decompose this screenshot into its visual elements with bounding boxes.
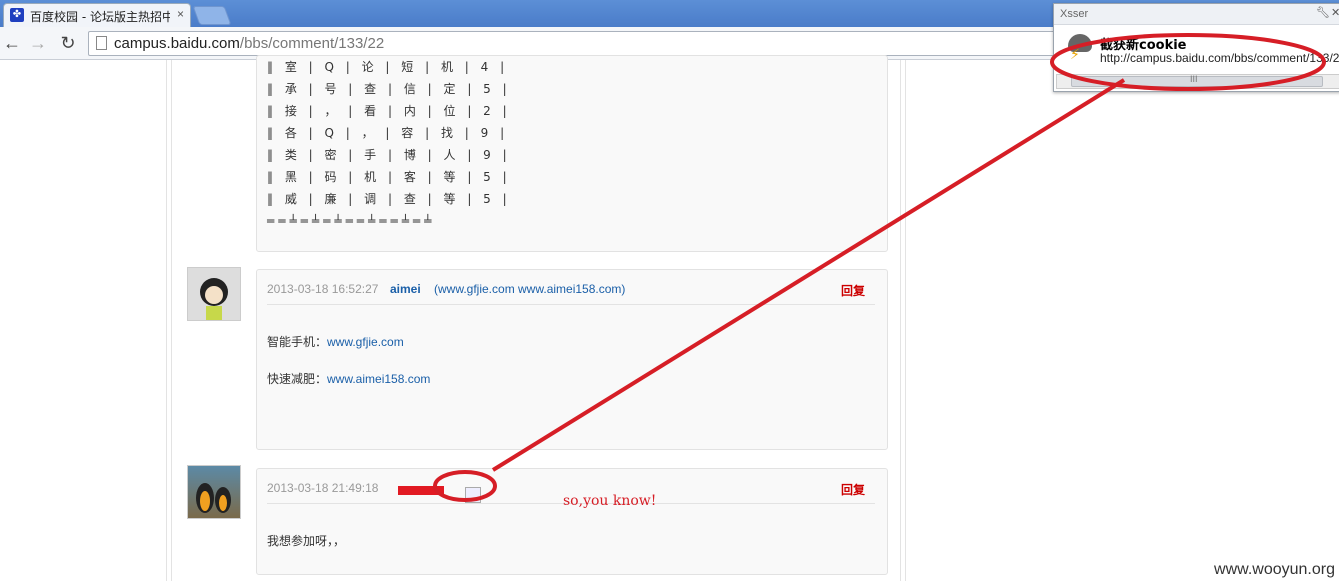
close-icon[interactable]: ✕ xyxy=(1331,6,1339,19)
comment-time: 2013-03-18 16:52:27 xyxy=(267,282,379,296)
text-line: ‖ 承 | 号 | 查 | 信 | 定 | 5 | xyxy=(267,82,511,96)
new-tab-button[interactable] xyxy=(192,6,232,25)
site-link[interactable]: www.aimei158.com xyxy=(327,372,430,386)
reload-icon[interactable]: ↻ xyxy=(58,33,78,53)
comment-card: ‖ 室 | Q | 论 | 短 | 机 | 4 | ‖ 承 | 号 | 查 | … xyxy=(256,55,888,252)
xsser-notification[interactable]: Xsser 🔧︎ ✕ ⚡︎ 截获新cookie http://campus.ba… xyxy=(1053,3,1339,92)
text-line: ══╧═╧═╧══╧══╧═╧ xyxy=(267,214,436,228)
browser-tab[interactable]: ✤ 百度校园 - 论坛版主热招中 × xyxy=(3,3,191,28)
line-label: 快速减肥： xyxy=(267,372,328,386)
page-content: ‖ 室 | Q | 论 | 短 | 机 | 4 | ‖ 承 | 号 | 查 | … xyxy=(0,55,1339,581)
watermark: www.wooyun.org xyxy=(1214,561,1335,578)
tab-close-icon[interactable]: × xyxy=(177,7,184,21)
text-line: ‖ 各 | Q | ， | 容 | 找 | 9 | xyxy=(267,126,509,140)
spam-text-table: ‖ 室 | Q | 论 | 短 | 机 | 4 | ‖ 承 | 号 | 查 | … xyxy=(267,56,511,232)
avatar-cartoon-icon xyxy=(200,278,228,320)
wrench-icon[interactable]: 🔧︎ xyxy=(1316,6,1330,19)
notification-header: Xsser 🔧︎ ✕ xyxy=(1054,4,1339,25)
notification-source: Xsser xyxy=(1060,8,1089,20)
page-icon xyxy=(96,36,107,50)
notification-url: http://campus.baidu.com/bbs/comment/133/… xyxy=(1100,51,1339,65)
baidu-paw-icon: ✤ xyxy=(10,8,24,22)
annotation-text: so,you know! xyxy=(563,493,657,509)
line-label: 智能手机： xyxy=(267,335,328,349)
text-line: ‖ 室 | Q | 论 | 短 | 机 | 4 | xyxy=(267,60,509,74)
reply-button[interactable]: 回复 xyxy=(841,282,865,299)
comment-card: 2013-03-18 16:52:27 aimei (www.gfjie.com… xyxy=(256,269,888,450)
penguin-avatar-icon xyxy=(196,483,231,513)
avatar[interactable] xyxy=(187,465,241,519)
text-line: ‖ 接 | ， | 看 | 内 | 位 | 2 | xyxy=(267,104,511,118)
address-bar[interactable]: campus.baidu.com/bbs/comment/133/22 xyxy=(88,31,1070,56)
scroll-grip: III xyxy=(1190,74,1198,84)
reply-button[interactable]: 回复 xyxy=(841,481,865,498)
left-rail xyxy=(166,60,172,581)
comment-card: 2013-03-18 21:49:18 回复 我想参加呀，， xyxy=(256,468,888,575)
comment-author[interactable]: aimei xyxy=(390,282,421,296)
back-icon[interactable]: ← xyxy=(2,33,22,53)
address-url: campus.baidu.com/bbs/comment/133/22 xyxy=(114,35,384,52)
right-rail xyxy=(900,60,906,581)
tab-title: 百度校园 - 论坛版主热招中 xyxy=(30,10,170,24)
url-host: campus.baidu.com xyxy=(114,35,240,52)
comment-line: 智能手机：www.gfjie.com xyxy=(267,333,404,350)
text-line: ‖ 类 | 密 | 手 | 博 | 人 | 9 | xyxy=(267,148,511,162)
author-site[interactable]: (www.gfjie.com www.aimei158.com) xyxy=(434,282,625,296)
comment-meta: 2013-03-18 16:52:27 aimei (www.gfjie.com… xyxy=(267,282,875,305)
scrollbar-thumb[interactable]: III xyxy=(1071,74,1323,87)
text-line: ‖ 威 | 廉 | 调 | 查 | 等 | 5 | xyxy=(267,192,511,206)
horizontal-scrollbar[interactable]: III xyxy=(1056,74,1339,89)
lightning-icon: ⚡︎ xyxy=(1070,46,1080,62)
broken-image-icon xyxy=(465,487,481,503)
avatar[interactable] xyxy=(187,267,241,321)
comment-line: 快速减肥：www.aimei158.com xyxy=(267,370,430,387)
text-line: ‖ 黑 | 码 | 机 | 客 | 等 | 5 | xyxy=(267,170,511,184)
redacted-author xyxy=(398,486,444,495)
comment-time: 2013-03-18 21:49:18 xyxy=(267,481,379,495)
site-link[interactable]: www.gfjie.com xyxy=(327,335,404,349)
comment-body: 我想参加呀，， xyxy=(267,534,346,548)
forward-icon[interactable]: → xyxy=(28,33,48,53)
url-path: /bbs/comment/133/22 xyxy=(239,35,385,52)
